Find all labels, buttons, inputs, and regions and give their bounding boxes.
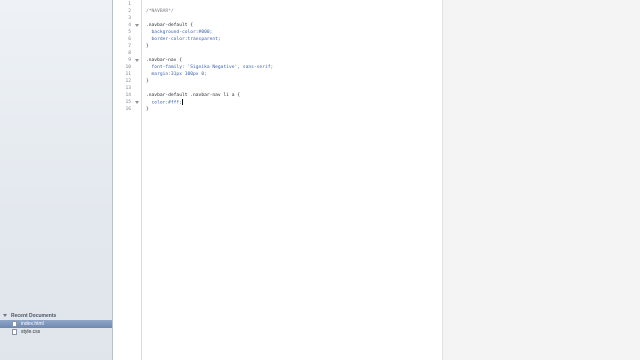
text-cursor (181, 99, 183, 105)
text-editor-window: Recent Documents index.html style.css 1 … (0, 0, 640, 360)
fold-toggle-icon[interactable] (135, 24, 139, 27)
code-line[interactable]: } (146, 78, 149, 85)
fold-toggle-icon[interactable] (135, 101, 139, 104)
line-number: 9 (128, 58, 131, 63)
line-number: 5 (128, 30, 131, 35)
code-line[interactable]: font-family: 'Signika Negative', sans-se… (146, 64, 274, 71)
recent-documents-label: Recent Documents (11, 312, 57, 319)
code-editor[interactable]: /*NAVBAR*/ .navbar-default { background-… (142, 0, 442, 360)
declaration-text: margin:31px 100px 0; (146, 72, 207, 77)
line-number: 15 (125, 100, 131, 105)
line-number: 8 (128, 51, 131, 56)
declaration-text: border-color:transparent; (146, 37, 221, 42)
fold-toggle-icon[interactable] (135, 59, 139, 62)
code-line[interactable]: .navbar-default { (146, 22, 193, 29)
line-number: 7 (128, 44, 131, 49)
code-line[interactable]: margin:31px 100px 0; (146, 71, 207, 78)
brace-text: } (146, 79, 149, 84)
line-number: 3 (128, 16, 131, 21)
code-line[interactable]: } (146, 106, 149, 113)
recent-document-index-html[interactable]: index.html (0, 320, 112, 328)
comment-text: /*NAVBAR*/ (146, 9, 174, 14)
line-number: 4 (128, 23, 131, 28)
brace-text: } (146, 107, 149, 112)
line-number: 13 (125, 86, 131, 91)
code-line[interactable]: } (146, 43, 149, 50)
document-name: style.css (21, 329, 41, 335)
declaration-text: background-color:#000; (146, 30, 213, 35)
code-line[interactable]: background-color:#000; (146, 29, 213, 36)
line-number: 12 (125, 79, 131, 84)
file-icon (12, 329, 17, 335)
code-line[interactable]: .navbar-nav { (146, 57, 182, 64)
disclosure-triangle-icon[interactable] (3, 314, 7, 317)
recent-document-style-css[interactable]: style.css (0, 328, 112, 336)
line-number-gutter: 1 2 3 4 5 6 7 8 9 10 11 12 13 14 15 16 (113, 0, 142, 360)
code-line[interactable]: /*NAVBAR*/ (146, 8, 174, 15)
line-number: 10 (125, 65, 131, 70)
declaration-text: color:#fff; (146, 100, 182, 106)
selector-text: .navbar-default { (146, 23, 194, 28)
line-number: 16 (125, 107, 131, 112)
document-name: index.html (21, 321, 44, 327)
code-line[interactable]: .navbar-default .navbar-nav li a { (146, 92, 240, 99)
line-number: 1 (128, 2, 131, 7)
file-icon (12, 321, 17, 327)
editor-margin-area (442, 0, 640, 360)
code-line[interactable]: color:#fff; (146, 99, 183, 106)
recent-documents-section: Recent Documents index.html style.css (0, 311, 112, 336)
code-line[interactable]: border-color:transparent; (146, 36, 221, 43)
line-number: 6 (128, 37, 131, 42)
declaration-text: font-family: 'Signika Negative', sans-se… (146, 65, 274, 70)
line-number: 11 (125, 72, 131, 77)
recent-documents-header[interactable]: Recent Documents (0, 311, 112, 320)
line-number: 2 (128, 9, 131, 14)
line-number: 14 (125, 93, 131, 98)
selector-text: .navbar-nav { (146, 58, 182, 63)
selector-text: .navbar-default .navbar-nav li a { (146, 93, 241, 98)
brace-text: } (146, 44, 149, 49)
sidebar: Recent Documents index.html style.css (0, 0, 113, 360)
